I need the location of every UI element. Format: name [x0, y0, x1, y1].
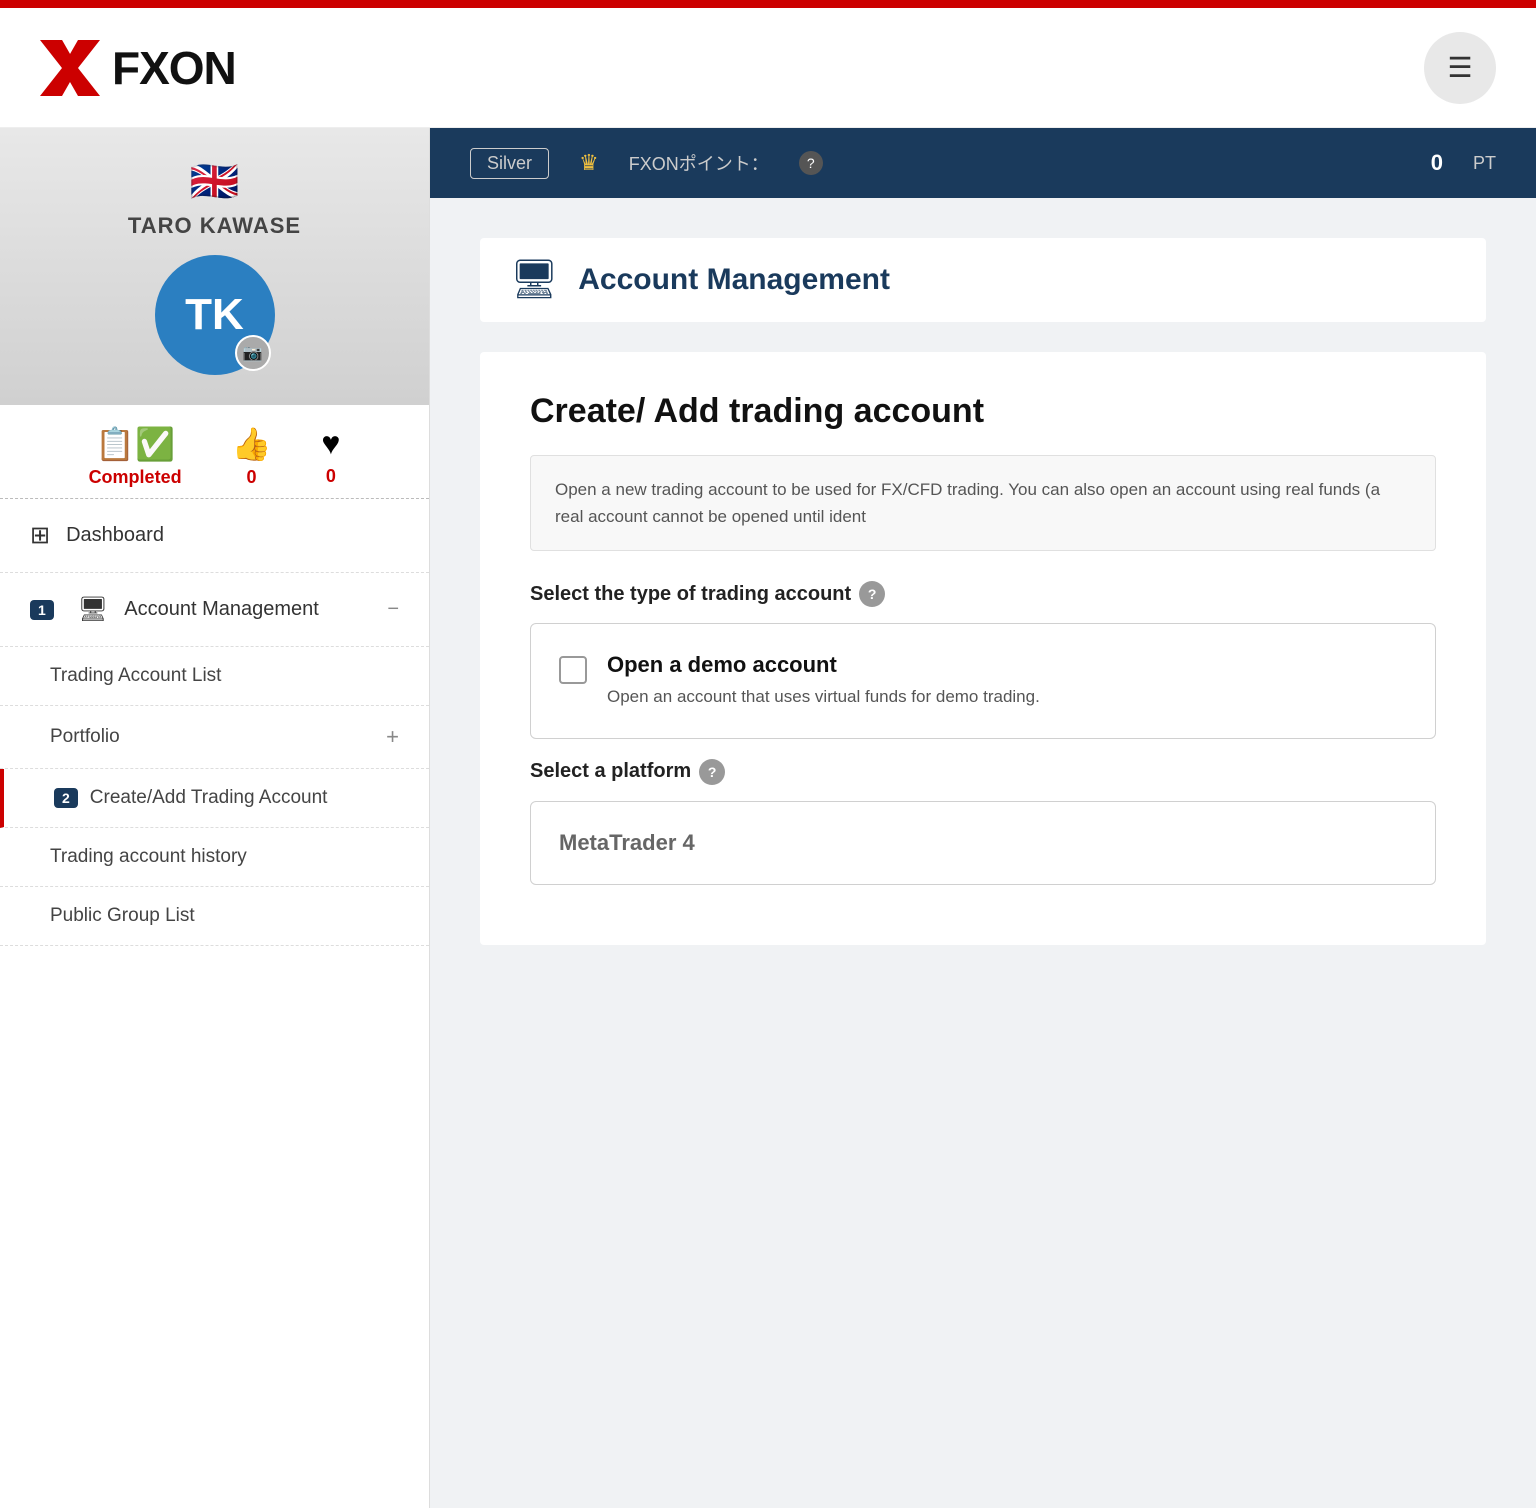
content-area: Silver ♛ FXONポイント： ? 0 PT 🖥 Account Mana… — [430, 128, 1536, 1508]
page-monitor-icon: 🖥 — [510, 258, 558, 302]
user-name: TARO KAWASE — [20, 213, 409, 239]
points-value: 0 — [1431, 150, 1443, 176]
top-red-bar — [0, 0, 1536, 8]
metatrader4-title: MetaTrader 4 — [559, 830, 695, 856]
stats-row: 📋✅ Completed 👍 0 ♥ 0 — [0, 405, 429, 499]
sidebar-nav: ⊞ Dashboard 1 🖥 Account Management − Tra… — [0, 499, 429, 946]
sidebar-item-account-management[interactable]: 1 🖥 Account Management − — [0, 573, 429, 647]
stat-completed: 📋✅ Completed — [89, 425, 182, 488]
create-account-badge: 2 — [54, 788, 78, 808]
demo-account-checkbox[interactable] — [559, 656, 587, 684]
main-layout: 🇬🇧 TARO KAWASE TK 📷 📋✅ Completed 👍 0 — [0, 128, 1536, 1508]
metatrader4-option[interactable]: MetaTrader 4 — [530, 801, 1436, 885]
dashboard-label: Dashboard — [66, 524, 164, 547]
content-body: 🖥 Account Management Create/ Add trading… — [430, 198, 1536, 1508]
account-type-label: Select the type of trading account ? — [530, 581, 1436, 607]
logo-icon — [40, 40, 100, 96]
section-title: Create/ Add trading account — [530, 392, 1436, 431]
menu-button[interactable]: ☰ — [1424, 32, 1496, 104]
account-type-help-icon[interactable]: ? — [859, 581, 885, 607]
portfolio-label: Portfolio — [50, 726, 120, 748]
demo-account-title: Open a demo account — [607, 652, 1040, 678]
platform-help-icon[interactable]: ? — [699, 759, 725, 785]
menu-icon: ☰ — [1447, 51, 1472, 84]
avatar-container: TK 📷 — [155, 255, 275, 375]
main-section-card: Create/ Add trading account Open a new t… — [480, 352, 1486, 945]
sidebar-item-public-group-list[interactable]: Public Group List — [0, 887, 429, 946]
points-unit: PT — [1473, 153, 1496, 174]
sidebar-item-create-add-trading-account[interactable]: 2 Create/Add Trading Account — [0, 769, 429, 828]
sidebar-item-trading-account-list[interactable]: Trading Account List — [0, 647, 429, 706]
portfolio-plus-icon: + — [386, 724, 399, 750]
logo: FXON — [40, 40, 236, 96]
camera-icon: 📷 — [243, 343, 263, 363]
public-group-list-label: Public Group List — [50, 905, 195, 927]
account-management-badge: 1 — [30, 600, 54, 620]
demo-account-content: Open a demo account Open an account that… — [607, 652, 1040, 710]
logo-text: FXON — [112, 41, 236, 95]
collapse-icon: − — [387, 598, 399, 621]
flag-icon: 🇬🇧 — [20, 158, 409, 205]
likes-icon: 👍 — [232, 425, 272, 463]
content-topbar: Silver ♛ FXONポイント： ? 0 PT — [430, 128, 1536, 198]
camera-button[interactable]: 📷 — [235, 335, 271, 371]
silver-badge: Silver — [470, 148, 549, 179]
sidebar-item-dashboard[interactable]: ⊞ Dashboard — [0, 499, 429, 573]
completed-label: Completed — [89, 467, 182, 488]
points-help-icon[interactable]: ? — [799, 151, 823, 175]
likes-value: 0 — [246, 467, 256, 488]
page-header: 🖥 Account Management — [480, 238, 1486, 322]
stat-likes: 👍 0 — [232, 425, 272, 488]
demo-account-desc: Open an account that uses virtual funds … — [607, 684, 1040, 710]
trading-history-label: Trading account history — [50, 846, 247, 868]
stat-favorites: ♥ 0 — [321, 425, 340, 488]
create-account-label: Create/Add Trading Account — [90, 787, 328, 809]
points-label: FXONポイント： — [629, 150, 769, 176]
trading-account-list-label: Trading Account List — [50, 665, 221, 687]
dashboard-icon: ⊞ — [30, 521, 50, 550]
favorites-icon: ♥ — [321, 425, 340, 462]
header: FXON ☰ — [0, 8, 1536, 128]
favorites-value: 0 — [326, 466, 336, 487]
demo-account-option[interactable]: Open a demo account Open an account that… — [530, 623, 1436, 739]
sidebar-item-portfolio[interactable]: Portfolio + — [0, 706, 429, 769]
sidebar-profile: 🇬🇧 TARO KAWASE TK 📷 — [0, 128, 429, 405]
sidebar: 🇬🇧 TARO KAWASE TK 📷 📋✅ Completed 👍 0 — [0, 128, 430, 1508]
crown-icon: ♛ — [579, 150, 599, 176]
platform-label: Select a platform ? — [530, 759, 1436, 785]
info-box: Open a new trading account to be used fo… — [530, 455, 1436, 551]
account-management-label: Account Management — [124, 598, 319, 621]
completed-icon: 📋✅ — [95, 425, 175, 463]
monitor-icon: 🖥 — [78, 595, 108, 624]
page-title: Account Management — [578, 263, 890, 297]
sidebar-item-trading-account-history[interactable]: Trading account history — [0, 828, 429, 887]
